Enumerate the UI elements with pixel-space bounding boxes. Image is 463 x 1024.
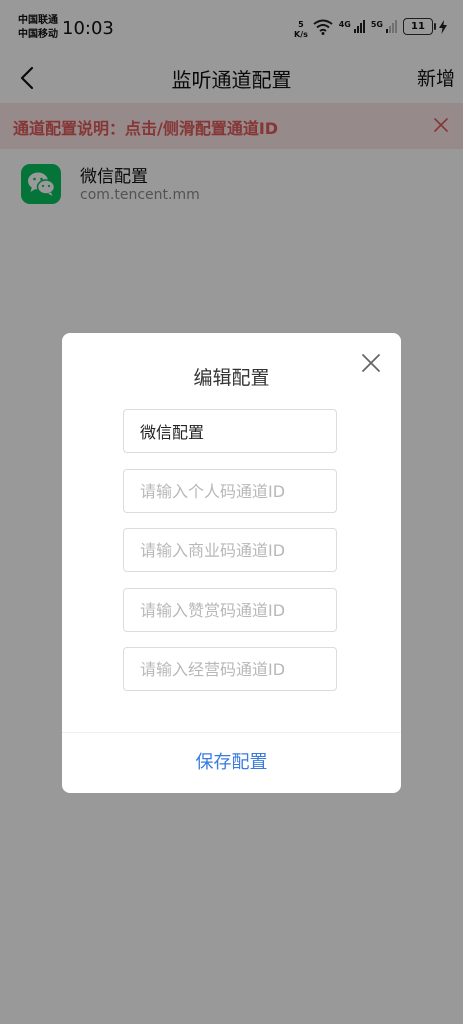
personal-code-channel-input[interactable] bbox=[123, 469, 337, 513]
save-config-button[interactable]: 保存配置 bbox=[62, 733, 401, 793]
dialog-title: 编辑配置 bbox=[193, 367, 270, 389]
config-name-field[interactable] bbox=[123, 409, 337, 453]
merchant-code-channel-input[interactable] bbox=[123, 647, 337, 691]
app-screen: 中国联通 中国移动 10:03 5 K/s 4G 5G 11 监听通道配置 新增… bbox=[0, 0, 463, 1024]
business-code-channel-input[interactable] bbox=[123, 528, 337, 572]
edit-config-dialog: 编辑配置 保存配置 bbox=[62, 333, 401, 793]
close-icon[interactable] bbox=[361, 353, 381, 373]
reward-code-channel-input[interactable] bbox=[123, 588, 337, 632]
